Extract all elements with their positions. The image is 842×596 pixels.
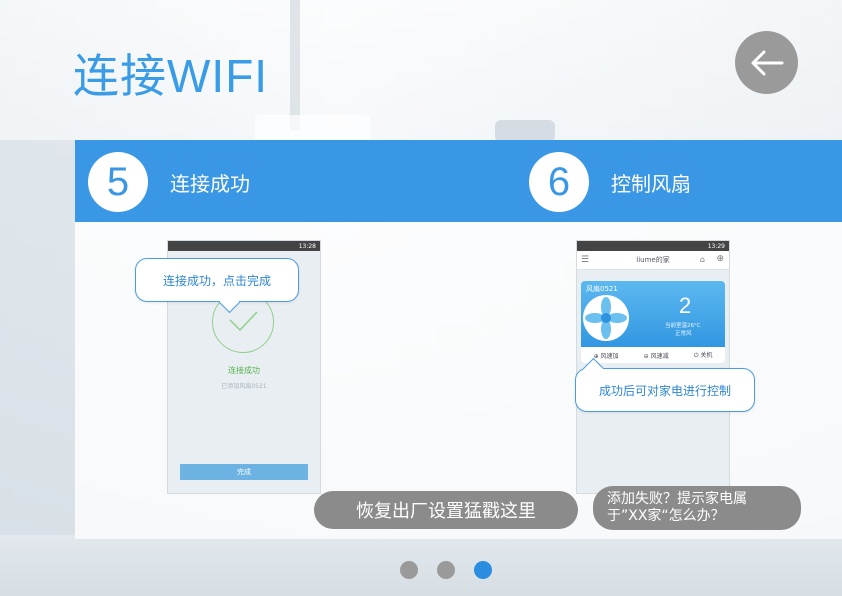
callout-step6: 成功后可对家电进行控制 [575,368,755,412]
home-title: liume的家 [636,256,670,264]
steps-banner: 5 连接成功 6 控制风扇 [75,140,842,222]
status-time: 13:28 [298,242,316,250]
factory-reset-button[interactable]: 恢复出厂设置猛戳这里 [314,491,578,529]
speed-down-button[interactable]: ⊖ 风速减 [644,351,669,360]
page-title: 连接WIFI [73,50,269,102]
fan-controls: ⊕ 风速加 ⊖ 风速减 ⏻ 关机 [581,347,725,363]
callout-step5: 连接成功，点击完成 [135,258,299,302]
status-bar: 13:29 [577,241,729,251]
step-label: 连接成功 [170,171,250,196]
background-decor [0,535,842,596]
room-temp: 当前室温26°C [665,323,701,329]
status-bar: 13:28 [168,241,320,251]
pagination-dot-2[interactable] [437,561,455,579]
menu-icon[interactable]: ☰ [581,255,589,265]
step-number: 6 [529,152,589,212]
step-5: 5 连接成功 [88,152,250,212]
add-icon[interactable]: ⊕ [716,254,724,264]
help-button[interactable]: 添加失败？提示家电属于”XX家“怎么办？ [593,486,801,530]
arrow-left-icon [751,50,783,75]
background-decor [0,140,75,560]
power-off-button[interactable]: ⏻ 关机 [694,350,713,360]
home-icon[interactable]: ⌂ [700,255,705,264]
status-time: 13:29 [707,242,725,250]
success-text: 连接成功 [228,366,260,375]
done-button[interactable]: 完成 [180,464,308,480]
added-device-text: 已添加风扇0521 [221,383,267,390]
step-6: 6 控制风扇 [529,152,691,212]
wind-mode: 正常风 [675,331,692,337]
fan-speed-level: 2 [679,293,692,318]
step-label: 控制风扇 [611,171,691,196]
app-header: ☰ liume的家 ⌂ ⊕ [577,251,729,270]
step-number: 5 [88,152,148,212]
fan-device-card[interactable]: 风扇0521 2 当前室温26°C 正常风 [581,281,725,355]
background-decor [495,120,555,142]
pagination-dot-3-active[interactable] [474,561,492,579]
back-button[interactable] [735,31,798,94]
pagination-dot-1[interactable] [400,561,418,579]
fan-icon [583,295,629,341]
speed-up-button[interactable]: ⊕ 风速加 [594,351,619,360]
device-name: 风扇0521 [586,285,618,293]
background-decor [290,0,300,130]
